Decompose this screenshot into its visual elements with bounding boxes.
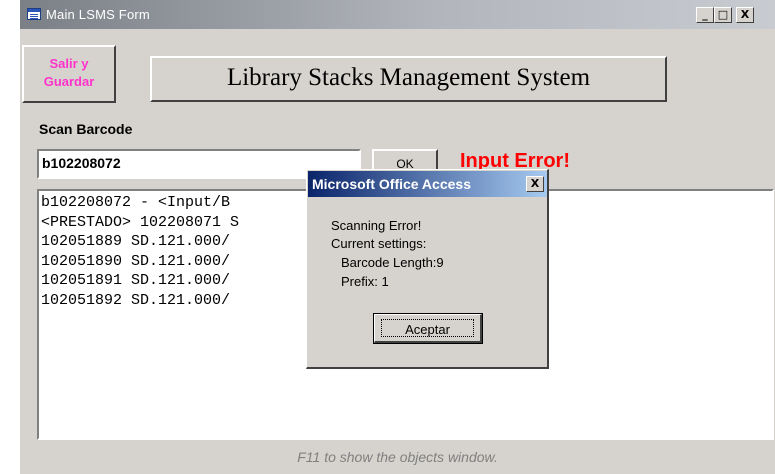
error-dialog: Microsoft Office Access X Scanning Error… [306, 169, 549, 369]
aceptar-button[interactable]: Aceptar [373, 313, 483, 344]
dialog-message-line: Scanning Error! [331, 218, 422, 233]
objects-window-hint: F11 to show the objects window. [297, 449, 498, 465]
scan-barcode-label: Scan Barcode [39, 121, 133, 137]
dialog-message-line: Barcode Length:9 [341, 255, 444, 270]
dialog-message-line: Current settings: [331, 236, 427, 251]
system-title: Library Stacks Management System [150, 56, 667, 102]
minimize-icon[interactable]: _ [696, 7, 714, 23]
close-icon[interactable]: X [736, 7, 754, 23]
maximize-icon[interactable]: □ [714, 7, 732, 23]
aceptar-button-label: Aceptar [381, 319, 474, 337]
form-icon [27, 8, 41, 20]
dialog-close-icon[interactable]: X [526, 176, 544, 192]
dialog-message-line: Prefix: 1 [341, 274, 389, 289]
dialog-titlebar[interactable]: Microsoft Office Access X [308, 171, 547, 197]
exit-save-button[interactable]: Salir y Guardar [22, 45, 116, 103]
main-lsms-window: Main LSMS Form _ □ X Salir y Guardar Lib… [20, 0, 775, 474]
aceptar-button-bevel: Aceptar [374, 314, 482, 343]
dialog-title: Microsoft Office Access [312, 176, 471, 192]
exit-save-label-line2: Guardar [43, 74, 95, 89]
window-title: Main LSMS Form [46, 7, 150, 22]
window-titlebar[interactable]: Main LSMS Form _ □ X [20, 0, 775, 29]
exit-save-label-line1: Salir y [49, 56, 89, 71]
